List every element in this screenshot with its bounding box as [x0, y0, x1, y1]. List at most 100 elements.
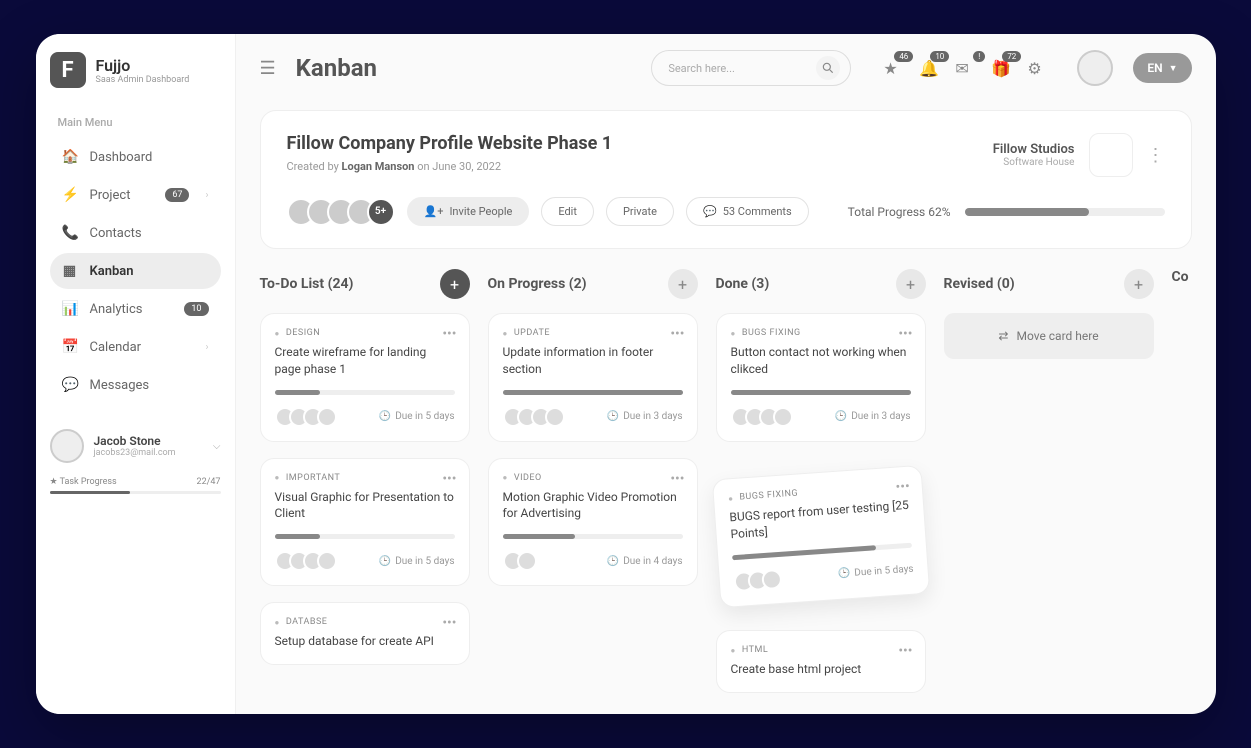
column-done: Done (3) + BUGS FIXING ••• Button contac… [716, 269, 926, 694]
studio-logo [1089, 133, 1133, 177]
card-title: Visual Graphic for Presentation to Clien… [275, 489, 455, 523]
private-button[interactable]: Private [606, 197, 674, 226]
card-avatars [731, 407, 793, 427]
nav-calendar[interactable]: 📅 Calendar › [50, 329, 221, 365]
language-selector[interactable]: EN ▼ [1133, 53, 1191, 83]
card-title: Create base html project [731, 661, 911, 678]
gift-icon[interactable]: 🎁72 [991, 59, 1011, 78]
studio-block: Fillow Studios Software House [993, 142, 1075, 168]
column-title: To-Do List (24) [260, 276, 354, 292]
topbar: ☰ Kanban Search here... ★46 🔔10 ✉! 🎁72 ⚙… [236, 34, 1216, 102]
project-created: Created by Logan Manson on June 30, 2022 [287, 160, 993, 173]
card-avatars [503, 407, 565, 427]
nav-label: Kanban [90, 264, 134, 279]
card-more-icon[interactable]: ••• [442, 471, 456, 487]
card-tag: Video [503, 473, 683, 483]
card-avatars [733, 568, 782, 591]
phone-icon: 📞 [62, 225, 78, 241]
card-due: 🕒Due in 5 days [379, 411, 455, 422]
card-title: Setup database for create API [275, 633, 455, 650]
mail-icon[interactable]: ✉! [955, 59, 975, 78]
nav-kanban[interactable]: ▦ Kanban [50, 253, 221, 289]
kanban-card[interactable]: UPDATE ••• Update information in footer … [488, 313, 698, 442]
card-more-icon[interactable]: ••• [898, 643, 912, 659]
studio-name: Fillow Studios [993, 142, 1075, 157]
card-title: BUGS report from user testing [25 Points… [728, 496, 910, 542]
top-icons: ★46 🔔10 ✉! 🎁72 ⚙ [883, 59, 1047, 78]
studio-sub: Software House [993, 157, 1075, 168]
home-icon: 🏠 [62, 149, 78, 165]
user-block[interactable]: Jacob Stone jacobs23@mail.com ⌵ [50, 429, 221, 463]
clock-icon: 🕒 [607, 411, 619, 422]
card-more-icon[interactable]: ••• [895, 478, 910, 495]
task-progress-count: 22/47 [197, 477, 221, 487]
task-progress-bar [50, 491, 221, 494]
search-input[interactable]: Search here... [651, 50, 851, 86]
column-title: On Progress (2) [488, 276, 587, 292]
calendar-icon: 📅 [62, 339, 78, 355]
nav-messages[interactable]: 💬 Messages [50, 367, 221, 403]
nav-contacts[interactable]: 📞 Contacts [50, 215, 221, 251]
chevron-right-icon: › [205, 342, 208, 353]
search-icon[interactable] [816, 56, 840, 80]
profile-avatar[interactable] [1077, 50, 1113, 86]
message-icon: 💬 [62, 377, 78, 393]
card-progress [503, 534, 683, 539]
kanban-card[interactable]: Important ••• Visual Graphic for Present… [260, 458, 470, 587]
notifications-icon[interactable]: 🔔10 [919, 59, 939, 78]
card-more-icon[interactable]: ••• [670, 471, 684, 487]
add-card-button[interactable]: + [668, 269, 698, 299]
grid-icon: ▦ [62, 263, 78, 279]
column-title: Co [1172, 269, 1189, 285]
nav-project[interactable]: ⚡ Project 67 › [50, 177, 221, 213]
clock-icon: 🕒 [379, 411, 391, 422]
column-title: Revised (0) [944, 276, 1015, 292]
comments-button[interactable]: 💬53 Comments [686, 197, 809, 226]
kanban-card-dragging[interactable]: BUGS FIXING ••• BUGS report from user te… [711, 464, 929, 607]
card-tag: UPDATE [503, 328, 683, 338]
column-revised: Revised (0) + ⇄ Move card here [944, 269, 1154, 694]
kanban-card[interactable]: BUGS FIXING ••• Button contact not worki… [716, 313, 926, 442]
brand-block: F Fujjo Saas Admin Dashboard [50, 52, 221, 88]
favorites-icon[interactable]: ★46 [883, 59, 903, 78]
nav-badge: 10 [184, 302, 208, 316]
edit-button[interactable]: Edit [541, 197, 594, 226]
user-email: jacobs23@mail.com [94, 448, 176, 458]
project-more-icon[interactable]: ⋮ [1147, 145, 1165, 166]
bell-badge: 10 [930, 51, 949, 62]
add-card-button[interactable]: + [440, 269, 470, 299]
kanban-card[interactable]: HTML ••• Create base html project [716, 630, 926, 693]
add-card-button[interactable]: + [896, 269, 926, 299]
card-more-icon[interactable]: ••• [442, 615, 456, 631]
page-title: Kanban [296, 54, 377, 82]
column-overflow: Co [1172, 269, 1212, 694]
user-text: Jacob Stone jacobs23@mail.com [94, 434, 176, 458]
nav-label: Project [90, 188, 131, 203]
card-due: 🕒Due in 5 days [837, 563, 913, 579]
nav-label: Dashboard [90, 150, 153, 165]
nav-analytics[interactable]: 📊 Analytics 10 [50, 291, 221, 327]
brand-tagline: Saas Admin Dashboard [96, 75, 190, 85]
nav-badge: 67 [165, 188, 189, 202]
move-card-dropzone[interactable]: ⇄ Move card here [944, 313, 1154, 359]
card-more-icon[interactable]: ••• [670, 326, 684, 342]
hamburger-icon[interactable]: ☰ [260, 58, 276, 79]
brand-name: Fujjo [96, 56, 190, 75]
card-title: Motion Graphic Video Promotion for Adver… [503, 489, 683, 523]
kanban-card[interactable]: Design ••• Create wireframe for landing … [260, 313, 470, 442]
nav-dashboard[interactable]: 🏠 Dashboard [50, 139, 221, 175]
column-progress: On Progress (2) + UPDATE ••• Update info… [488, 269, 698, 694]
card-more-icon[interactable]: ••• [442, 326, 456, 342]
sidebar: F Fujjo Saas Admin Dashboard Main Menu 🏠… [36, 34, 236, 714]
member-avatars: 5+ [287, 198, 395, 226]
invite-button[interactable]: 👤+Invite People [407, 197, 530, 226]
column-todo: To-Do List (24) + Design ••• Create wire… [260, 269, 470, 694]
settings-icon[interactable]: ⚙ [1027, 59, 1047, 78]
add-card-button[interactable]: + [1124, 269, 1154, 299]
chevron-right-icon: › [205, 190, 208, 201]
avatar-more[interactable]: 5+ [367, 198, 395, 226]
kanban-card[interactable]: Databse ••• Setup database for create AP… [260, 602, 470, 665]
card-due: 🕒Due in 5 days [379, 556, 455, 567]
card-more-icon[interactable]: ••• [898, 326, 912, 342]
kanban-card[interactable]: Video ••• Motion Graphic Video Promotion… [488, 458, 698, 587]
